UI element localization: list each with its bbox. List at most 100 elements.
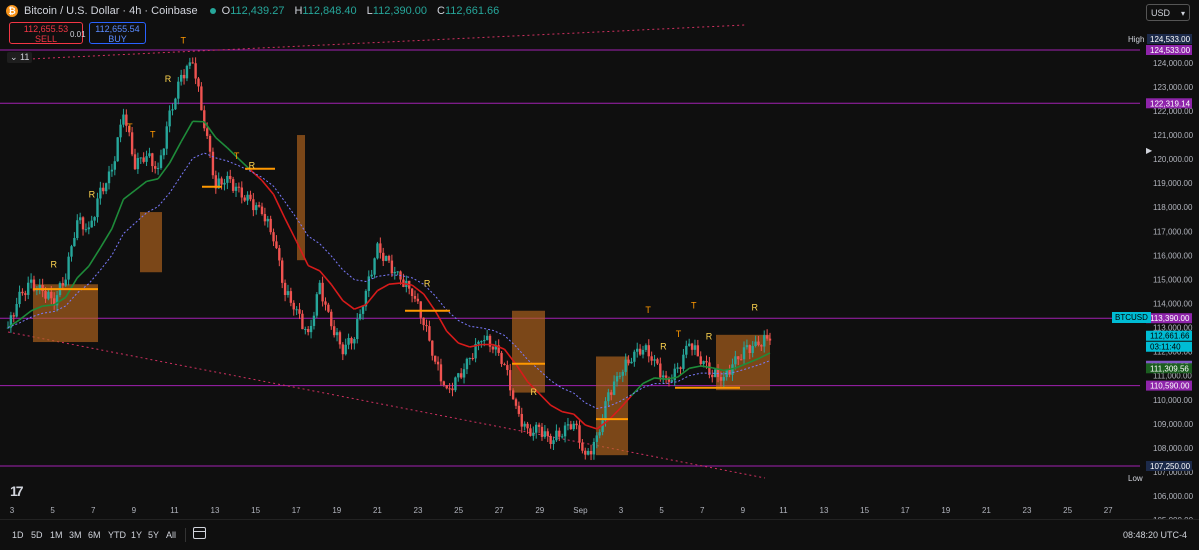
candle-body <box>324 301 326 304</box>
candle-body <box>249 195 251 200</box>
price-label-text: 122,319.14 <box>1150 99 1191 108</box>
candle-body <box>39 285 41 288</box>
candle-body <box>140 157 142 158</box>
candle-body <box>394 272 396 273</box>
candle-body <box>290 291 292 303</box>
candle-body <box>359 314 361 319</box>
candle-body <box>622 372 624 376</box>
candle-body <box>370 275 372 277</box>
signal-marker: R <box>50 259 57 269</box>
candle-body <box>47 292 49 299</box>
candle-body <box>183 75 185 78</box>
candle-body <box>13 315 15 316</box>
currency-select[interactable]: USD <box>1146 4 1190 21</box>
candle-body <box>307 329 309 332</box>
candle-body <box>235 187 237 191</box>
buy-label: BUY <box>90 34 145 44</box>
candle-body <box>720 377 722 381</box>
candle-body <box>267 219 269 221</box>
candle-body <box>529 428 531 436</box>
candle-body <box>79 217 81 220</box>
clock[interactable]: 08:48:20 UTC-4 <box>1123 530 1187 540</box>
candle-body <box>186 66 188 78</box>
candle-body <box>388 256 390 261</box>
price-tick-label: 114,000.00 <box>1153 300 1193 309</box>
candle-body <box>662 375 664 377</box>
candle-body <box>73 238 75 246</box>
indicators-toggle[interactable]: ⌄ 11 <box>7 52 32 63</box>
symbol-title[interactable]: Bitcoin / U.S. Dollar · 4h · Coinbase <box>24 5 198 17</box>
candle-body <box>584 451 586 455</box>
price-chart[interactable]: RRTTRTTRRRTRTTRR124,000.00123,000.00122,… <box>0 0 1199 549</box>
candle-body <box>385 256 387 261</box>
range-5y[interactable]: 5Y <box>148 530 159 540</box>
range-all[interactable]: All <box>166 530 176 540</box>
candle-body <box>671 380 673 382</box>
candle-body <box>587 451 589 455</box>
candle-body <box>99 188 101 199</box>
candle-body <box>466 359 468 369</box>
price-tick-label: 117,000.00 <box>1153 227 1193 236</box>
candle-body <box>345 345 347 354</box>
scroll-forward-icon[interactable]: ▶ <box>1146 146 1154 156</box>
candle-body <box>379 243 381 252</box>
candle-body <box>177 82 179 99</box>
chart-area[interactable]: RRTTRTTRRRTRTTRR124,000.00123,000.00122,… <box>0 0 1199 549</box>
candle-body <box>65 280 67 286</box>
candle-body <box>347 338 349 345</box>
candle-body <box>151 153 153 166</box>
calendar-icon[interactable] <box>193 527 206 539</box>
candle-body <box>321 283 323 302</box>
spread-value: 0.01 <box>70 30 86 39</box>
candle-body <box>700 356 702 364</box>
price-tick-label: 116,000.00 <box>1153 251 1193 260</box>
candle-body <box>515 399 517 406</box>
candle-body <box>209 136 211 152</box>
signal-marker: R <box>752 303 759 313</box>
range-6m[interactable]: 6M <box>88 530 101 540</box>
candle-body <box>339 332 341 344</box>
candle-body <box>226 176 228 183</box>
candle-body <box>212 152 214 176</box>
bottom-toolbar: 1D 5D 1M 3M 6M YTD 1Y 5Y All 08:48:20 UT… <box>0 519 1199 550</box>
candle-body <box>356 319 358 339</box>
candle-body <box>281 260 283 282</box>
candle-body <box>114 161 116 169</box>
candle-body <box>518 406 520 414</box>
candle-body <box>425 325 427 326</box>
candle-body <box>645 345 647 350</box>
range-1y[interactable]: 1Y <box>131 530 142 540</box>
candle-body <box>446 385 448 388</box>
candle-body <box>15 304 17 317</box>
candle-body <box>160 155 162 168</box>
signal-marker: T <box>645 305 651 315</box>
candle-body <box>241 188 243 198</box>
price-tick-label: 108,000.00 <box>1153 444 1194 453</box>
range-ytd[interactable]: YTD <box>108 530 126 540</box>
candle-body <box>737 356 739 359</box>
candle-body <box>91 221 93 228</box>
range-1d[interactable]: 1D <box>12 530 24 540</box>
time-tick-label: 5 <box>659 506 664 515</box>
candle-body <box>549 436 551 444</box>
time-tick-label: Sep <box>573 506 588 515</box>
time-tick-label: 9 <box>741 506 746 515</box>
candle-body <box>382 253 384 261</box>
time-tick-label: 9 <box>132 506 137 515</box>
candle-body <box>428 326 430 341</box>
ohlc-low: L112,390.00 <box>367 5 431 17</box>
time-tick-label: 17 <box>901 506 910 515</box>
range-5d[interactable]: 5D <box>31 530 43 540</box>
candle-body <box>62 283 64 286</box>
candle-body <box>457 373 459 377</box>
candle-body <box>189 62 191 65</box>
candle-body <box>642 350 644 355</box>
candle-body <box>368 276 370 291</box>
range-3m[interactable]: 3M <box>69 530 82 540</box>
candle-body <box>194 63 196 78</box>
candle-body <box>512 390 514 399</box>
candle-body <box>564 426 566 437</box>
buy-button[interactable]: 112,655.54 BUY <box>89 22 146 44</box>
price-tick-label: 123,000.00 <box>1153 83 1194 92</box>
range-1m[interactable]: 1M <box>50 530 63 540</box>
